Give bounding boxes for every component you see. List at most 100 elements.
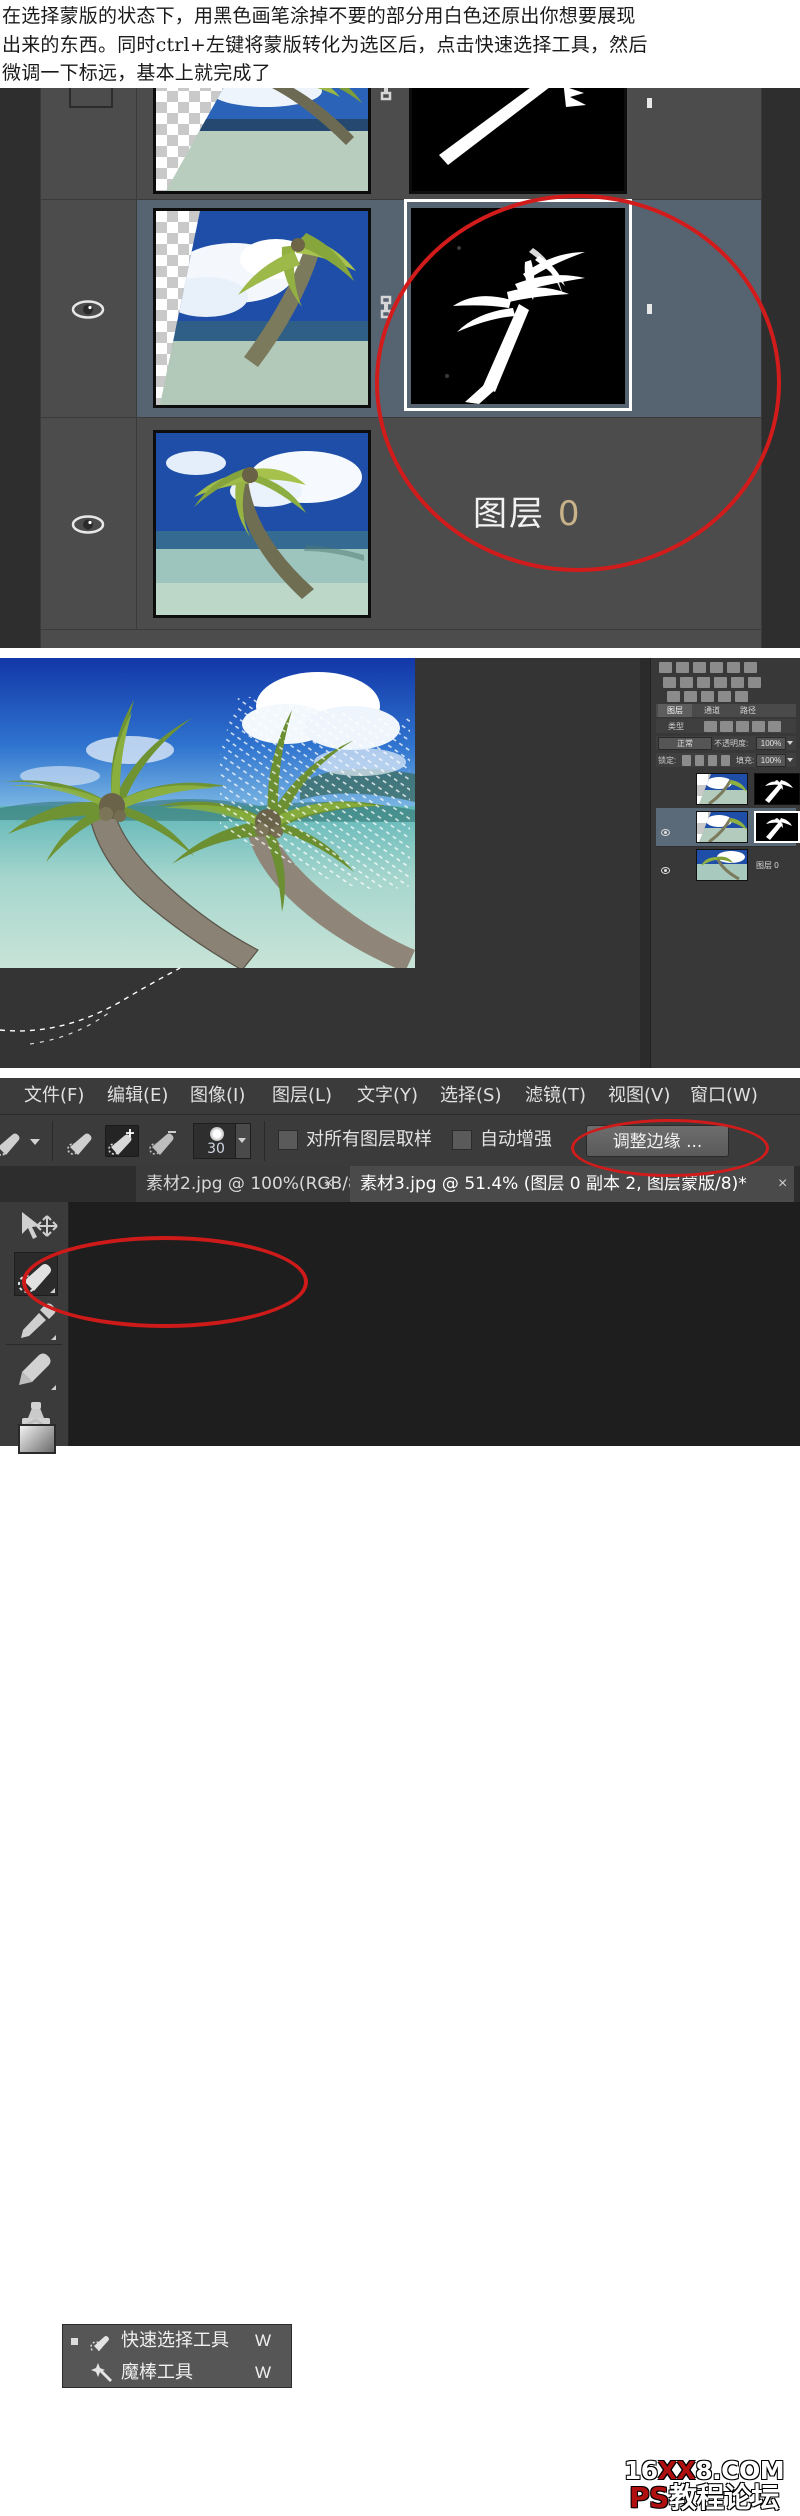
- panel-icon[interactable]: [710, 662, 723, 673]
- tab-channels[interactable]: 通道: [696, 704, 728, 717]
- panel-icon[interactable]: [697, 677, 710, 688]
- lock-image-icon[interactable]: [695, 755, 704, 766]
- move-tool[interactable]: [14, 1206, 58, 1250]
- brush-picker-dropdown[interactable]: [235, 1124, 250, 1158]
- panel-icon[interactable]: [731, 677, 744, 688]
- panel-icon[interactable]: [676, 662, 689, 673]
- layer-mask-thumbnail[interactable]: [409, 88, 627, 194]
- layer-mask-thumbnail[interactable]: [754, 811, 800, 843]
- brush-tool[interactable]: [14, 1348, 58, 1392]
- close-icon[interactable]: ×: [778, 1175, 787, 1193]
- sample-all-layers-checkbox[interactable]: [278, 1130, 298, 1150]
- eye-icon[interactable]: [661, 823, 670, 836]
- quick-selection-tool[interactable]: [14, 1252, 58, 1296]
- panel-icon[interactable]: [659, 662, 672, 673]
- mini-panel-icon-row-1[interactable]: [659, 662, 757, 673]
- document-canvas-area[interactable]: [0, 658, 640, 1068]
- mini-blend-row[interactable]: 正常 不透明度: 100%: [656, 736, 796, 750]
- table-row[interactable]: 图层 0: [41, 418, 761, 630]
- menu-item-type[interactable]: 文字(Y): [357, 1084, 418, 1108]
- list-item[interactable]: 图层 0: [656, 846, 796, 884]
- menu-bar[interactable]: 文件(F) 编辑(E) 图像(I) 图层(L) 文字(Y) 选择(S) 滤镜(T…: [0, 1078, 800, 1114]
- mini-layers-panel-tabs[interactable]: 图层 通道 路径: [656, 704, 796, 717]
- panel-icon[interactable]: [663, 677, 676, 688]
- flyout-item-magic-wand[interactable]: 魔棒工具 W: [63, 2357, 291, 2389]
- tools-panel[interactable]: [0, 1202, 69, 1454]
- auto-enhance-checkbox[interactable]: [452, 1130, 472, 1150]
- menu-item-layer[interactable]: 图层(L): [272, 1084, 332, 1108]
- menu-item-image[interactable]: 图像(I): [190, 1084, 245, 1108]
- tool-flyout-menu[interactable]: 快速选择工具 W 魔棒工具 W: [62, 2324, 292, 2388]
- panel-icon[interactable]: [744, 662, 757, 673]
- mini-panel-icon-row-2[interactable]: [663, 677, 761, 688]
- blend-mode-select[interactable]: 正常: [658, 737, 712, 750]
- flyout-item-quick-selection[interactable]: 快速选择工具 W: [63, 2325, 291, 2357]
- menu-item-edit[interactable]: 编辑(E): [107, 1084, 168, 1108]
- panel-icon[interactable]: [693, 662, 706, 673]
- brush-size-picker[interactable]: 30: [193, 1123, 251, 1159]
- panel-icon[interactable]: [667, 691, 680, 702]
- chevron-down-icon[interactable]: [787, 758, 793, 762]
- add-to-selection-button[interactable]: [105, 1125, 139, 1157]
- tab-paths[interactable]: 路径: [732, 704, 764, 717]
- filter-icon[interactable]: [736, 721, 749, 732]
- eye-icon[interactable]: [71, 299, 105, 319]
- tool-options-bar[interactable]: 30 对所有图层取样 自动增强 调整边缘 ...: [0, 1114, 800, 1167]
- panel-icon[interactable]: [718, 691, 731, 702]
- menu-item-select[interactable]: 选择(S): [440, 1084, 501, 1108]
- chevron-down-icon[interactable]: [30, 1139, 40, 1145]
- filter-icon[interactable]: [752, 721, 765, 732]
- eye-icon[interactable]: [71, 514, 105, 534]
- layer-options-dots-icon[interactable]: [647, 304, 661, 314]
- layer-thumbnail[interactable]: [153, 430, 371, 618]
- foreground-background-color-swatch[interactable]: [18, 1424, 56, 1454]
- refine-edge-button[interactable]: 调整边缘 ...: [586, 1125, 729, 1157]
- layer-thumbnail[interactable]: [696, 811, 748, 843]
- panel-icon[interactable]: [680, 677, 693, 688]
- panel-icon[interactable]: [684, 691, 697, 702]
- eyedropper-tool[interactable]: [14, 1298, 58, 1342]
- menu-item-filter[interactable]: 滤镜(T): [525, 1084, 586, 1108]
- filter-icon[interactable]: [720, 721, 733, 732]
- table-row[interactable]: [41, 88, 761, 200]
- layer-mask-thumbnail[interactable]: [411, 208, 625, 404]
- list-item[interactable]: [656, 770, 800, 809]
- new-selection-button[interactable]: [64, 1125, 98, 1157]
- chevron-down-icon[interactable]: [787, 741, 793, 745]
- panel-icon[interactable]: [727, 662, 740, 673]
- panel-icon[interactable]: [714, 677, 727, 688]
- layer-visibility-cell[interactable]: [41, 418, 137, 629]
- panel-icon[interactable]: [748, 677, 761, 688]
- layer-visibility-cell[interactable]: [41, 88, 137, 199]
- tab-layers[interactable]: 图层: [658, 704, 692, 717]
- mini-lock-row[interactable]: 锁定: 填充: 100%: [656, 753, 796, 767]
- list-item[interactable]: [656, 808, 800, 847]
- document-tab-2[interactable]: 素材3.jpg @ 51.4% (图层 0 副本 2, 图层蒙版/8)*: [350, 1166, 794, 1202]
- filter-icon[interactable]: [704, 721, 717, 732]
- layer-mask-thumbnail[interactable]: [754, 773, 800, 805]
- lock-transparent-icon[interactable]: [682, 755, 691, 766]
- mini-panel-icon-row-3[interactable]: [667, 691, 748, 702]
- mini-filter-bar[interactable]: 类型: [656, 719, 796, 733]
- lock-all-icon[interactable]: [721, 755, 730, 766]
- layer-thumbnail[interactable]: [153, 208, 371, 408]
- table-row[interactable]: [41, 199, 761, 418]
- fill-value[interactable]: 100%: [756, 754, 786, 767]
- subtract-from-selection-button[interactable]: [146, 1125, 180, 1157]
- layer-visibility-cell[interactable]: [41, 200, 137, 417]
- layer-thumbnail[interactable]: [696, 773, 748, 805]
- layer-mask-link-icon[interactable]: [377, 294, 395, 320]
- menu-item-window[interactable]: 窗口(W): [690, 1084, 758, 1108]
- panel-icon[interactable]: [735, 691, 748, 702]
- close-icon[interactable]: ×: [324, 1175, 333, 1193]
- layer-thumbnail[interactable]: [153, 88, 371, 194]
- current-tool-preview-icon[interactable]: [0, 1125, 26, 1157]
- menu-item-view[interactable]: 视图(V): [608, 1084, 670, 1108]
- layer-options-dots-icon[interactable]: [647, 98, 661, 108]
- filter-icon[interactable]: [768, 721, 781, 732]
- eye-icon[interactable]: [661, 861, 670, 874]
- opacity-value[interactable]: 100%: [756, 737, 786, 750]
- document-tab-bar[interactable]: 素材2.jpg @ 100%(RGB/8#) × 素材3.jpg @ 51.4%…: [0, 1166, 800, 1202]
- panel-icon[interactable]: [701, 691, 714, 702]
- layer-thumbnail[interactable]: [696, 849, 748, 881]
